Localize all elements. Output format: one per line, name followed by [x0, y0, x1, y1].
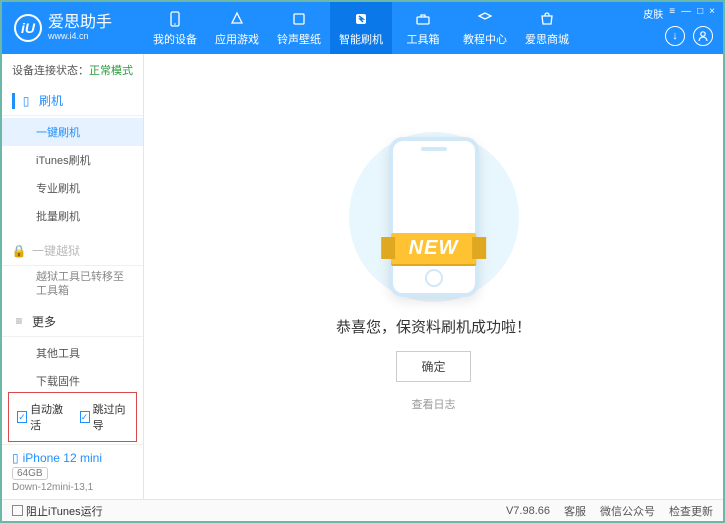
apps-icon	[228, 10, 246, 28]
tutorial-icon	[476, 10, 494, 28]
nav-store[interactable]: 爱思商城	[516, 2, 578, 54]
device-firmware: Down-12mini-13,1	[12, 482, 133, 493]
version-label: V7.98.66	[506, 505, 550, 517]
device-name[interactable]: ▯ iPhone 12 mini	[12, 451, 133, 465]
phone-icon	[166, 10, 184, 28]
nav-my-device[interactable]: 我的设备	[144, 2, 206, 54]
close-button[interactable]: ×	[709, 6, 715, 21]
nav-tutorial[interactable]: 教程中心	[454, 2, 516, 54]
lock-icon: 🔒	[12, 244, 26, 258]
brand-name: 爱思助手	[48, 14, 112, 32]
sidebar-item-itunes-flash[interactable]: iTunes刷机	[2, 146, 143, 174]
sidebar-item-oneclick-flash[interactable]: 一键刷机	[2, 118, 143, 146]
main-nav: 我的设备 应用游戏 铃声壁纸 智能刷机 工具箱 教程中心 爱思商城	[144, 2, 578, 54]
success-illustration: NEW	[334, 132, 534, 302]
logo-area: iU 爱思助手 www.i4.cn	[2, 14, 144, 42]
maximize-button[interactable]: □	[697, 6, 703, 21]
section-title: 一键越狱	[32, 242, 80, 259]
phone-graphic	[389, 137, 479, 297]
phone-icon: ▯	[12, 451, 19, 465]
window-controls: 皮肤 ≡ — □ ×	[643, 6, 715, 21]
nav-toolbox[interactable]: 工具箱	[392, 2, 454, 54]
download-button[interactable]: ↓	[665, 26, 685, 46]
checkbox-icon	[12, 505, 23, 516]
nav-smart-flash[interactable]: 智能刷机	[330, 2, 392, 54]
nav-apps[interactable]: 应用游戏	[206, 2, 268, 54]
status-value: 正常模式	[89, 65, 133, 77]
checkbox-skip-guide[interactable]: ✓ 跳过向导	[80, 401, 129, 433]
more-icon: ≡	[12, 314, 26, 328]
store-icon	[538, 10, 556, 28]
header-user-area: ↓	[665, 26, 713, 46]
brand-url: www.i4.cn	[48, 32, 112, 42]
check-icon: ✓	[17, 411, 27, 423]
minimize-button[interactable]: —	[681, 6, 691, 21]
sidebar-item-batch-flash[interactable]: 批量刷机	[2, 202, 143, 230]
section-title: 刷机	[39, 92, 63, 109]
logo-icon: iU	[14, 14, 42, 42]
checkbox-auto-activate[interactable]: ✓ 自动激活	[17, 401, 66, 433]
nav-label: 工具箱	[407, 31, 440, 47]
check-icon: ✓	[80, 411, 90, 423]
jailbreak-note: 越狱工具已转移至工具箱	[2, 266, 143, 307]
checkbox-block-itunes[interactable]: 阻止iTunes运行	[12, 503, 103, 519]
main-content: NEW 恭喜您，保资料刷机成功啦！ 确定 查看日志	[144, 54, 723, 499]
toolbox-icon	[414, 10, 432, 28]
section-title: 更多	[32, 313, 56, 330]
sidebar-item-pro-flash[interactable]: 专业刷机	[2, 174, 143, 202]
options-highlight-box: ✓ 自动激活 ✓ 跳过向导	[8, 392, 137, 442]
flash-icon	[352, 10, 370, 28]
check-update-link[interactable]: 检查更新	[669, 503, 713, 519]
wechat-link[interactable]: 微信公众号	[600, 503, 655, 519]
device-name-text: iPhone 12 mini	[23, 451, 102, 465]
sidebar: 设备连接状态：正常模式 ▯ 刷机 一键刷机 iTunes刷机 专业刷机 批量刷机…	[2, 54, 144, 499]
checkbox-label: 阻止iTunes运行	[26, 503, 103, 519]
new-ribbon: NEW	[391, 233, 477, 264]
user-button[interactable]	[693, 26, 713, 46]
nav-label: 我的设备	[153, 31, 197, 47]
confirm-button[interactable]: 确定	[396, 351, 470, 382]
nav-label: 教程中心	[463, 31, 507, 47]
nav-ringtone[interactable]: 铃声壁纸	[268, 2, 330, 54]
nav-label: 应用游戏	[215, 31, 259, 47]
nav-label: 铃声壁纸	[277, 31, 321, 47]
device-status: 设备连接状态：正常模式	[2, 54, 143, 86]
sidebar-section-more[interactable]: ≡ 更多	[2, 307, 143, 337]
sidebar-item-other-tools[interactable]: 其他工具	[2, 339, 143, 367]
checkbox-label: 跳过向导	[93, 401, 128, 433]
ringtone-icon	[290, 10, 308, 28]
title-bar: iU 爱思助手 www.i4.cn 我的设备 应用游戏 铃声壁纸 智能刷机 工具…	[2, 2, 723, 54]
status-footer: 阻止iTunes运行 V7.98.66 客服 微信公众号 检查更新	[2, 499, 723, 521]
view-log-link[interactable]: 查看日志	[412, 396, 456, 412]
active-indicator	[12, 93, 15, 109]
nav-label: 智能刷机	[339, 31, 383, 47]
phone-icon: ▯	[19, 94, 33, 108]
sidebar-section-jailbreak[interactable]: 🔒 一键越狱	[2, 236, 143, 266]
sidebar-item-download-firmware[interactable]: 下载固件	[2, 367, 143, 390]
device-info: ▯ iPhone 12 mini 64GB Down-12mini-13,1	[2, 444, 143, 499]
menu-button[interactable]: ≡	[669, 6, 675, 21]
nav-label: 爱思商城	[525, 31, 569, 47]
sidebar-section-flash[interactable]: ▯ 刷机	[2, 86, 143, 116]
checkbox-label: 自动激活	[30, 401, 65, 433]
success-message: 恭喜您，保资料刷机成功啦！	[336, 316, 531, 337]
skin-button[interactable]: 皮肤	[643, 6, 663, 21]
status-label: 设备连接状态：	[12, 65, 89, 77]
customer-service-link[interactable]: 客服	[564, 503, 586, 519]
storage-badge: 64GB	[12, 467, 48, 480]
